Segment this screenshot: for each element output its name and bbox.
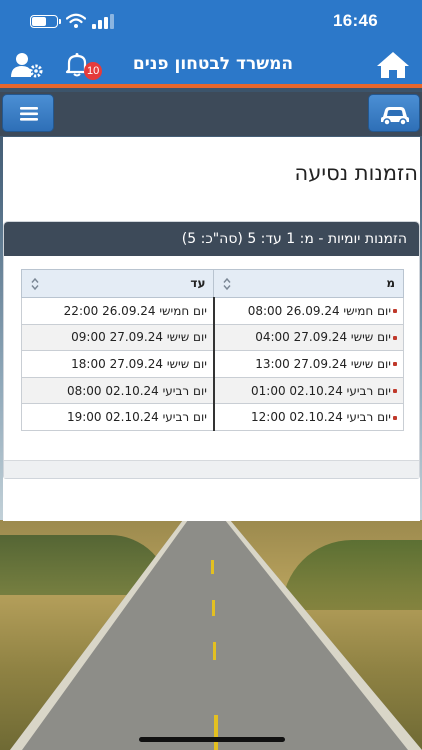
cell-from-text: יום שישי 27.09.24 04:00 <box>255 330 391 345</box>
column-label-from: מ <box>386 276 395 290</box>
row-marker <box>393 415 397 420</box>
row-marker <box>393 389 397 394</box>
user-settings-button[interactable] <box>10 51 44 79</box>
row-marker <box>393 362 397 367</box>
table-row[interactable]: יום רביעי 02.10.24 12:00 יום רביעי 02.10… <box>20 403 404 431</box>
menu-button[interactable] <box>2 94 54 132</box>
cell-from: יום רביעי 02.10.24 01:00 <box>212 376 404 405</box>
cell-to: יום חמישי 26.09.24 22:00 <box>20 297 215 325</box>
vehicle-button[interactable] <box>368 94 420 132</box>
status-bar: 16:46 <box>0 0 422 44</box>
daily-trips-card: הזמנות יומיות - מ: 1 עד: 5 (סה"כ: 5) מ ע… <box>3 221 420 479</box>
page-title: הזמנות נסיעה <box>294 161 418 185</box>
car-icon <box>381 107 409 126</box>
battery-icon <box>30 15 61 28</box>
sort-icon <box>223 277 231 291</box>
column-header-from[interactable]: מ <box>213 269 404 298</box>
app-title: המשרד לבטחון פנים <box>132 54 294 74</box>
table-row[interactable]: יום רביעי 02.10.24 01:00 יום רביעי 02.10… <box>20 376 404 405</box>
table-row[interactable]: יום שישי 27.09.24 04:00 יום שישי 27.09.2… <box>20 323 404 352</box>
cell-to: יום רביעי 02.10.24 19:00 <box>20 403 215 431</box>
row-marker <box>393 335 397 340</box>
cell-to: יום שישי 27.09.24 18:00 <box>20 350 215 378</box>
cell-to: יום רביעי 02.10.24 08:00 <box>20 376 215 405</box>
column-header-to[interactable]: עד <box>20 269 215 298</box>
battery-level <box>32 17 47 26</box>
notifications-button[interactable]: 10 <box>64 50 104 82</box>
notification-count-badge: 10 <box>84 62 103 80</box>
cell-from: יום שישי 27.09.24 13:00 <box>212 350 404 378</box>
card-header-text: הזמנות יומיות - מ: 1 עד: 5 (סה"כ: 5) <box>181 231 407 247</box>
hamburger-menu-icon <box>20 107 38 121</box>
status-time: 16:46 <box>333 11 378 30</box>
app-header: 10 המשרד לבטחון פנים <box>0 44 422 88</box>
home-icon <box>377 52 409 78</box>
cell-from: יום רביעי 02.10.24 12:00 <box>212 403 404 431</box>
user-gear-icon <box>11 53 43 78</box>
home-indicator[interactable] <box>139 737 285 742</box>
cell-from: יום שישי 27.09.24 04:00 <box>212 323 404 352</box>
table-row[interactable]: יום חמישי 26.09.24 08:00 יום חמישי 26.09… <box>20 297 404 325</box>
cell-from-text: יום רביעי 02.10.24 12:00 <box>251 410 391 425</box>
background-road <box>10 520 422 750</box>
main-panel: הזמנות נסיעה הזמנות יומיות - מ: 1 עד: 5 … <box>3 137 420 521</box>
card-footer <box>4 460 419 478</box>
row-marker <box>393 309 397 314</box>
cell-from: יום חמישי 26.09.24 08:00 <box>212 297 404 325</box>
wifi-icon <box>66 13 86 28</box>
trips-table: מ עד יום חמישי 26.09.24 08:00 יום חמישי … <box>20 269 404 431</box>
signal-icon <box>92 14 114 29</box>
cell-from-text: יום רביעי 02.10.24 01:00 <box>251 383 391 398</box>
cell-to: יום שישי 27.09.24 09:00 <box>20 323 215 352</box>
card-header: הזמנות יומיות - מ: 1 עד: 5 (סה"כ: 5) <box>4 222 419 256</box>
home-button[interactable] <box>376 50 410 80</box>
sort-icon <box>31 277 39 291</box>
table-row[interactable]: יום שישי 27.09.24 13:00 יום שישי 27.09.2… <box>20 350 404 378</box>
column-label-to: עד <box>190 276 206 290</box>
cell-from-text: יום חמישי 26.09.24 08:00 <box>247 303 391 318</box>
toolbar <box>0 92 422 136</box>
cell-from-text: יום שישי 27.09.24 13:00 <box>255 356 391 371</box>
